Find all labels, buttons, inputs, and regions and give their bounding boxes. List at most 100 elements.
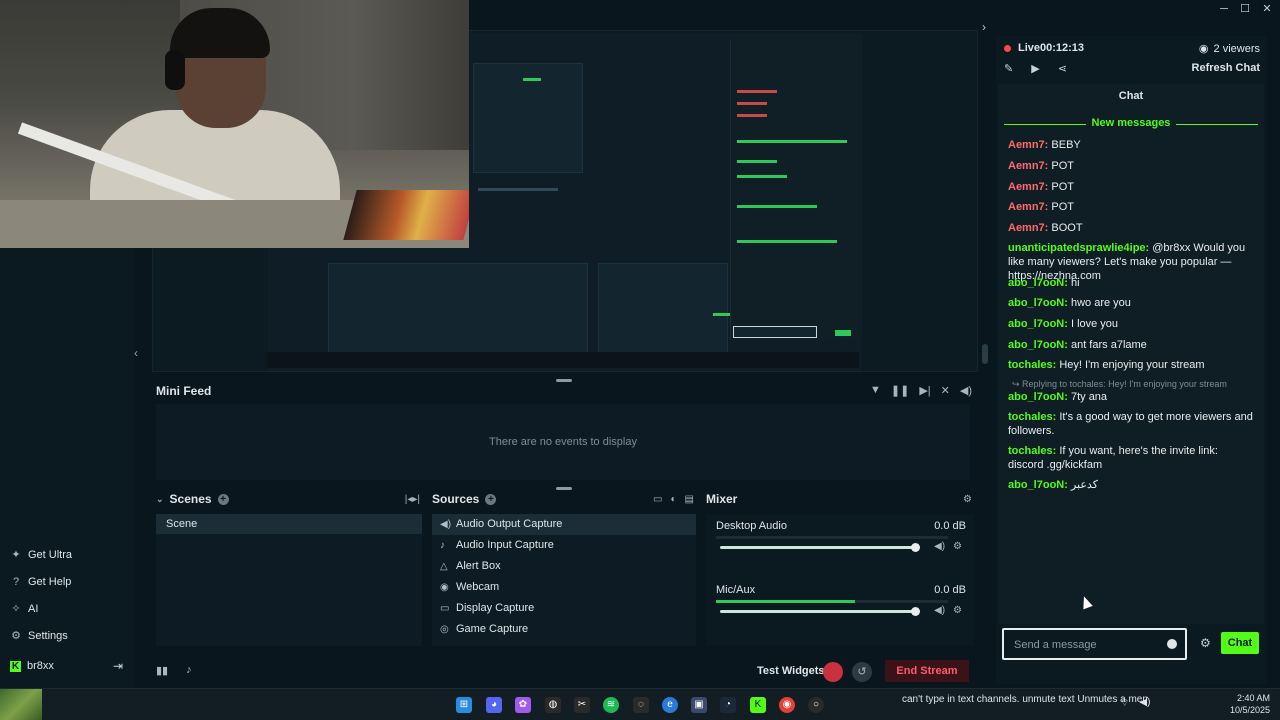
record-button[interactable] (823, 662, 843, 682)
notification-bell-icon[interactable]: ♪ (186, 664, 192, 677)
nav-get-ultra[interactable]: ✦ Get Ultra (10, 549, 72, 561)
scenes-list: Scene (156, 514, 422, 646)
level-meter (716, 536, 948, 539)
discord-icon[interactable]: ◕ (486, 697, 502, 713)
reply-note: ↪ Replying to tochales: Hey! I'm enjoyin… (1012, 379, 1227, 389)
app-icon[interactable]: ○ (808, 697, 824, 713)
source-item[interactable]: ♪ Audio Input Capture (432, 535, 696, 556)
sources-panel: Sources + ▭ ◐ ▤ ◀) Audio Output Capture ♪… (428, 490, 700, 646)
maximize-button[interactable]: ☐ (1234, 0, 1256, 18)
source-item[interactable]: ◀) Audio Output Capture (432, 514, 696, 535)
sources-list: ◀) Audio Output Capture ♪ Audio Input Capt… (432, 514, 696, 646)
volume-icon[interactable]: ◀) (960, 384, 972, 397)
volume-icon[interactable]: ◀) (1139, 697, 1150, 710)
slider-knob[interactable] (911, 607, 920, 616)
sparkle-icon: ✦ (11, 549, 21, 561)
chat-message: Aemn7: POT (1008, 160, 1075, 172)
windows-start-icon[interactable]: ⊞ (456, 697, 472, 713)
source-item[interactable]: ◎ Game Capture (432, 619, 696, 640)
pause-icon[interactable]: ❚❚ (891, 384, 909, 397)
nav-user[interactable]: K br8xx ⇥ (0, 656, 134, 678)
steam-icon[interactable]: ◔ (720, 697, 736, 713)
wifi-icon[interactable]: ⌔ (1120, 697, 1129, 710)
skip-icon[interactable]: ▶| (919, 384, 930, 397)
chat-message: abo_l7ooN: hi (1008, 277, 1080, 289)
source-item[interactable]: ◉ Webcam (432, 577, 696, 598)
edit-icon[interactable]: ✎ (1004, 62, 1013, 75)
slider-knob[interactable] (911, 543, 920, 552)
chat-message: abo_l7ooN: كدعبر (1008, 479, 1098, 491)
left-nav (0, 248, 134, 688)
mixer-channel: Desktop Audio 0.0 dB ◀) ⚙ (716, 520, 966, 552)
stream-info-icon[interactable]: ▶ (1031, 62, 1039, 75)
preview-chat-capture (730, 40, 858, 340)
collapse-left-icon[interactable]: ‹ (134, 346, 146, 360)
capcut-icon[interactable]: ✂ (574, 697, 590, 713)
speaker-icon: ◀) (440, 519, 452, 530)
collapse-icon[interactable]: ⌄ (156, 494, 164, 505)
app-icon[interactable]: ◌ (633, 697, 649, 713)
spotify-icon[interactable]: ≋ (603, 697, 619, 713)
level-meter (716, 600, 948, 603)
gear-icon[interactable]: ⚙ (953, 541, 962, 552)
chrome-icon[interactable]: ◉ (779, 697, 795, 713)
volume-slider[interactable] (720, 607, 920, 616)
kick-logo-icon: K (10, 661, 21, 672)
panel-resize-handle[interactable] (982, 344, 988, 364)
nav-get-help[interactable]: ? Get Help (10, 576, 71, 588)
stats-icon[interactable]: ▮▮ (156, 664, 168, 677)
ai-icon: ✧ (11, 603, 21, 615)
nav-settings[interactable]: ⚙ Settings (10, 630, 68, 642)
source-folder-icon[interactable]: ▤ (685, 494, 694, 505)
replay-button[interactable]: ↺ (852, 662, 872, 682)
chat-message: Aemn7: POT (1008, 201, 1075, 213)
chat-message: Aemn7: POT (1008, 181, 1075, 193)
kick-studio-icon[interactable]: K (750, 697, 766, 713)
close-button[interactable]: ✕ (1256, 0, 1278, 18)
chat-message: abo_l7ooN: ant fars a7lame (1008, 339, 1147, 351)
system-clock[interactable]: 2:40 AM 10/5/2025 (1230, 692, 1270, 716)
collapse-right-icon[interactable]: › (982, 20, 994, 34)
viewer-count: ◉ 2 viewers (1198, 42, 1260, 56)
share-icon[interactable]: ⋖ (1058, 62, 1067, 75)
source-item[interactable]: △ Alert Box (432, 556, 696, 577)
filter-icon[interactable]: ▼ (870, 384, 881, 397)
chat-message: tochales: If you want, here's the invite… (1008, 445, 1218, 471)
minimize-button[interactable]: ─ (1213, 0, 1235, 18)
chat-settings-icon[interactable]: ⚙ (1200, 636, 1211, 650)
scene-item[interactable]: Scene (156, 514, 422, 534)
add-source-icon[interactable]: + (485, 493, 497, 505)
chat-column: Live00:12:13 ◉ 2 viewers ✎ ▶ ⋖ Refresh Ch… (996, 36, 1266, 684)
edge-icon[interactable]: e (662, 697, 678, 713)
nav-ai[interactable]: ✧ AI (10, 603, 38, 615)
mute-alerts-icon[interactable]: ✕ (941, 384, 950, 397)
mini-feed-empty: There are no events to display (489, 436, 637, 448)
store-icon[interactable]: ▣ (691, 697, 707, 713)
send-chat-button[interactable]: Chat (1221, 632, 1259, 654)
mixer-title: Mixer (706, 492, 738, 506)
logout-icon[interactable]: ⇥ (113, 659, 123, 673)
help-icon: ? (12, 576, 20, 588)
app-icon[interactable]: ✿ (515, 697, 531, 713)
source-group-icon[interactable]: ▭ (653, 494, 662, 505)
source-audio-icon[interactable]: ◐ (671, 494, 677, 505)
microphone-icon: ♪ (440, 540, 445, 551)
source-item[interactable]: ▭ Display Capture (432, 598, 696, 619)
chat-input-box[interactable] (1002, 628, 1187, 660)
emoji-icon[interactable] (1167, 639, 1177, 649)
volume-slider[interactable] (720, 543, 920, 552)
end-stream-button[interactable]: End Stream (885, 660, 969, 682)
chat-input[interactable] (1014, 636, 1164, 654)
gear-icon[interactable]: ⚙ (953, 605, 962, 616)
refresh-chat-button[interactable]: Refresh Chat (1192, 62, 1260, 74)
volume-icon[interactable]: ◀) (934, 541, 945, 552)
scene-transition-icon[interactable]: |◂▸| (405, 494, 420, 505)
add-scene-icon[interactable]: + (217, 493, 229, 505)
obs-icon[interactable]: ◍ (545, 697, 561, 713)
volume-icon[interactable]: ◀) (934, 605, 945, 616)
webcam-icon: ◉ (440, 582, 449, 593)
notification-preview[interactable]: can't type in text channels. unmute text… (902, 694, 1148, 705)
gear-icon[interactable]: ⚙ (963, 494, 972, 505)
chat-panel: Chat New messages Aemn7: BEBY Aemn7: POT… (998, 84, 1264, 624)
live-timer: Live00:12:13 (1018, 42, 1085, 54)
